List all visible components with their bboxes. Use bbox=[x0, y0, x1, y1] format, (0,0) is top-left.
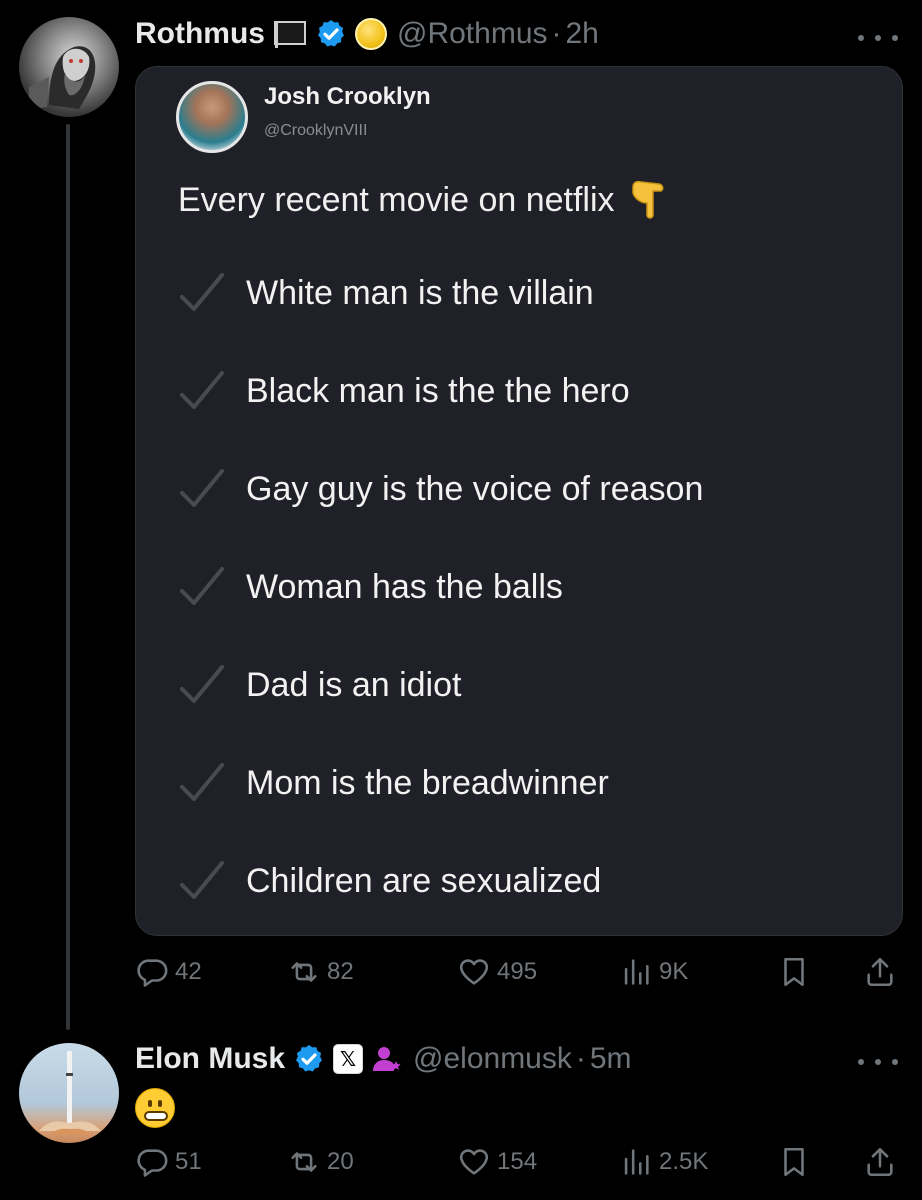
reply-button[interactable]: 42 bbox=[135, 950, 202, 994]
repost-button[interactable]: 20 bbox=[287, 1140, 354, 1184]
like-count: 154 bbox=[497, 1148, 538, 1175]
quoted-author-handle: @CrooklynVIII bbox=[264, 122, 368, 139]
more-options-icon[interactable] bbox=[858, 28, 898, 48]
checkmark-icon bbox=[180, 763, 224, 801]
share-icon bbox=[867, 1147, 893, 1177]
share-button[interactable] bbox=[863, 950, 897, 994]
repost-count: 82 bbox=[327, 958, 354, 985]
list-item: Woman has the balls bbox=[176, 561, 563, 613]
avatar[interactable] bbox=[19, 17, 119, 117]
post-media-image[interactable]: Josh Crooklyn @CrooklynVIII Every recent… bbox=[135, 66, 903, 936]
person-icon bbox=[371, 1043, 403, 1075]
thread-connector-line bbox=[66, 124, 70, 1030]
views-button[interactable]: 2.5K bbox=[619, 1140, 708, 1184]
author-handle[interactable]: @Rothmus bbox=[397, 17, 548, 51]
flag-icon bbox=[273, 20, 307, 48]
like-count: 495 bbox=[497, 958, 538, 985]
checkmark-icon bbox=[180, 371, 224, 409]
x-affiliate-badge[interactable]: 𝕏 bbox=[333, 1044, 364, 1074]
list-item-label: Mom is the breadwinner bbox=[246, 763, 609, 802]
share-button[interactable] bbox=[863, 1140, 897, 1184]
checkmark-icon bbox=[180, 861, 224, 899]
author-name[interactable]: Elon Musk bbox=[135, 1042, 285, 1076]
repost-button[interactable]: 82 bbox=[287, 950, 354, 994]
verified-icon[interactable] bbox=[315, 18, 347, 50]
like-button[interactable]: 495 bbox=[457, 950, 537, 994]
list-item: Mom is the breadwinner bbox=[176, 757, 609, 809]
post-time[interactable]: 2h bbox=[566, 17, 599, 51]
share-icon bbox=[867, 957, 893, 987]
list-item: Black man is the the hero bbox=[176, 365, 630, 417]
grimacing-face-icon bbox=[135, 1088, 175, 1128]
quoted-text-content: Every recent movie on netflix bbox=[178, 180, 615, 219]
list-item-label: Black man is the the hero bbox=[246, 371, 630, 410]
post-header: Rothmus @Rothmus · 2h bbox=[135, 14, 599, 54]
avatar-illustration bbox=[39, 1051, 101, 1135]
coin-icon bbox=[355, 18, 387, 50]
reply-count: 42 bbox=[175, 958, 202, 985]
heart-icon bbox=[459, 959, 489, 985]
checkmark-icon bbox=[180, 665, 224, 703]
reply-count: 51 bbox=[175, 1148, 202, 1175]
post-actions: 42 82 495 9K bbox=[135, 950, 903, 994]
list-item: Gay guy is the voice of reason bbox=[176, 463, 703, 515]
post-header: Elon Musk 𝕏 @elonmusk · 5m bbox=[135, 1039, 632, 1079]
list-item: Dad is an idiot bbox=[176, 659, 461, 711]
quoted-author-name: Josh Crooklyn bbox=[264, 83, 431, 110]
bookmark-icon bbox=[784, 1147, 804, 1177]
bookmark-button[interactable] bbox=[777, 1140, 811, 1184]
checkmark-icon bbox=[180, 469, 224, 507]
list-item-label: Dad is an idiot bbox=[246, 665, 462, 704]
views-button[interactable]: 9K bbox=[619, 950, 688, 994]
author-handle[interactable]: @elonmusk bbox=[413, 1042, 572, 1076]
avatar[interactable] bbox=[19, 1043, 119, 1143]
list-item-label: Woman has the balls bbox=[246, 567, 563, 606]
views-icon bbox=[624, 959, 649, 985]
avatar-illustration bbox=[29, 46, 96, 109]
list-item: Children are sexualized bbox=[176, 855, 601, 907]
list-item-label: Children are sexualized bbox=[246, 861, 602, 900]
pointing-down-icon bbox=[631, 180, 664, 219]
separator-dot: · bbox=[575, 1042, 586, 1075]
verified-icon[interactable] bbox=[293, 1043, 325, 1075]
checkmark-icon bbox=[180, 567, 224, 605]
more-options-icon[interactable] bbox=[858, 1052, 898, 1072]
views-count: 9K bbox=[659, 958, 689, 985]
post-actions: 51 20 154 2.5K bbox=[135, 1140, 903, 1184]
repost-icon bbox=[291, 962, 317, 982]
reply-icon bbox=[137, 959, 168, 987]
heart-icon bbox=[459, 1149, 489, 1175]
checkmark-icon bbox=[180, 273, 224, 311]
reply-text bbox=[135, 1088, 175, 1137]
quoted-avatar bbox=[176, 81, 248, 153]
reply-icon bbox=[137, 1149, 168, 1177]
list-item: White man is the villain bbox=[176, 267, 594, 319]
list-item-label: White man is the villain bbox=[246, 273, 594, 312]
post-time[interactable]: 5m bbox=[590, 1042, 632, 1076]
like-button[interactable]: 154 bbox=[457, 1140, 537, 1184]
list-item-label: Gay guy is the voice of reason bbox=[246, 469, 704, 508]
repost-icon bbox=[291, 1152, 317, 1172]
views-count: 2.5K bbox=[659, 1148, 709, 1175]
repost-count: 20 bbox=[327, 1148, 354, 1175]
quoted-text: Every recent movie on netflix bbox=[178, 179, 667, 221]
reply-button[interactable]: 51 bbox=[135, 1140, 202, 1184]
bookmark-icon bbox=[784, 957, 804, 987]
views-icon bbox=[624, 1149, 649, 1175]
bookmark-button[interactable] bbox=[777, 950, 811, 994]
separator-dot: · bbox=[551, 17, 562, 50]
author-name[interactable]: Rothmus bbox=[135, 17, 265, 51]
